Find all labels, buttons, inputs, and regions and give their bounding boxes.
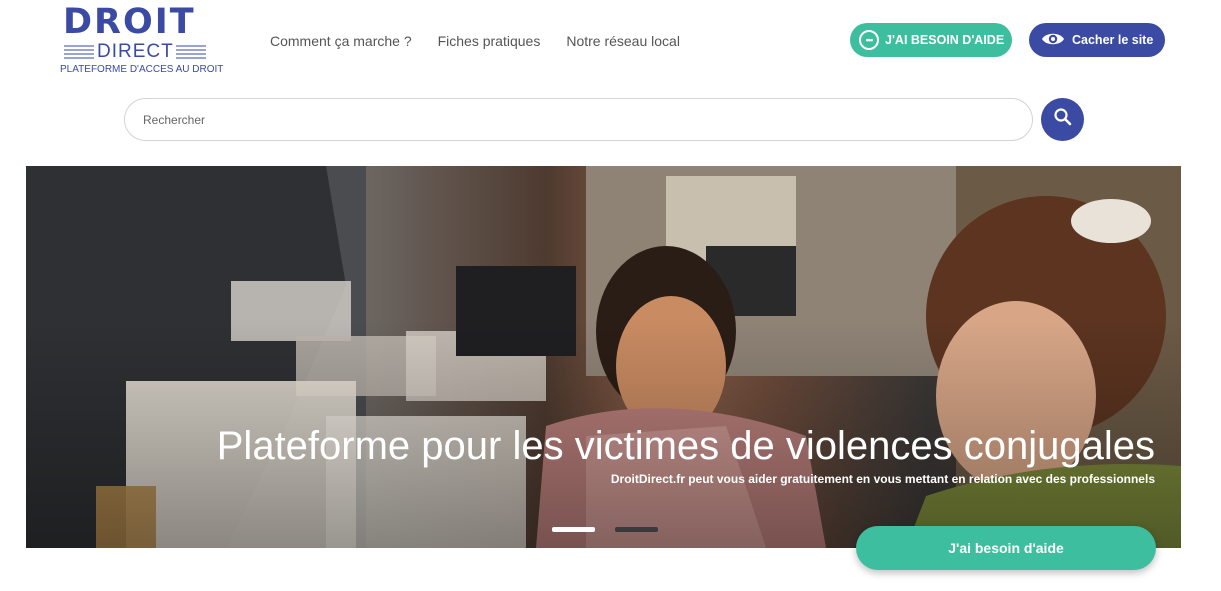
hide-site-button[interactable]: Cacher le site (1029, 23, 1165, 57)
logo-secondary-text: DIRECT (97, 41, 174, 62)
carousel-indicator-1[interactable] (552, 527, 595, 532)
need-help-header-button[interactable]: ••• J'AI BESOIN D'AIDE (850, 23, 1012, 57)
hero-overlay (26, 166, 1181, 548)
need-help-header-label: J'AI BESOIN D'AIDE (885, 33, 1005, 47)
logo-tagline: PLATEFORME D'ACCES AU DROIT (60, 64, 224, 75)
main-nav: Comment ça marche ? Fiches pratiques Not… (270, 33, 680, 49)
hero-subtitle: DroitDirect.fr peut vous aider gratuitem… (610, 472, 1155, 486)
nav-item-how-it-works[interactable]: Comment ça marche ? (270, 33, 412, 49)
search-input[interactable] (124, 98, 1033, 141)
need-help-cta-button[interactable]: J'ai besoin d'aide (856, 526, 1156, 570)
hero-title: Plateforme pour les victimes de violence… (216, 424, 1155, 468)
logo-main-text: DROIT (63, 2, 196, 42)
chat-bubble-icon: ••• (859, 30, 879, 50)
nav-item-local-network[interactable]: Notre réseau local (566, 33, 680, 49)
site-logo[interactable]: DROIT DIRECT PLATEFORME D'ACCES AU DROIT (60, 2, 224, 76)
nav-item-practical-sheets[interactable]: Fiches pratiques (438, 33, 541, 49)
carousel-indicator-2[interactable] (615, 527, 658, 532)
search-button[interactable] (1041, 98, 1084, 141)
logo-stripes-left (64, 45, 94, 59)
logo-stripes-right (176, 45, 206, 59)
hide-site-label: Cacher le site (1072, 33, 1154, 47)
search-icon (1053, 107, 1073, 132)
hero-banner: Plateforme pour les victimes de violence… (26, 166, 1181, 548)
eye-icon (1041, 31, 1065, 50)
logo-secondary: DIRECT (64, 42, 210, 62)
